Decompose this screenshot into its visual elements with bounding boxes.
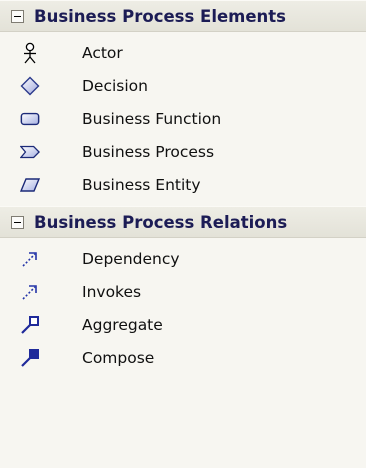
business-entity-icon bbox=[20, 175, 40, 195]
toolbox-item-business-process[interactable]: Business Process bbox=[0, 135, 366, 168]
item-label: Business Function bbox=[82, 109, 222, 128]
toolbox-item-decision[interactable]: Decision bbox=[0, 69, 366, 102]
actor-icon bbox=[20, 42, 40, 63]
item-label: Business Process bbox=[82, 142, 215, 161]
dependency-icon bbox=[20, 249, 40, 269]
toolbox-panel: Business Process Elements Actor Decision… bbox=[0, 0, 366, 468]
collapse-icon[interactable] bbox=[11, 9, 24, 23]
toolbox-item-actor[interactable]: Actor bbox=[0, 36, 366, 69]
business-process-icon bbox=[20, 142, 40, 162]
item-label: Invokes bbox=[82, 282, 142, 301]
toolbox-item-aggregate[interactable]: Aggregate bbox=[0, 308, 366, 341]
item-label: Actor bbox=[82, 43, 123, 62]
section-header-business-process-relations[interactable]: Business Process Relations bbox=[0, 206, 366, 238]
item-label: Business Entity bbox=[82, 175, 201, 194]
section-items-business-process-elements: Actor Decision Business Function Busines… bbox=[0, 32, 366, 206]
toolbox-item-business-entity[interactable]: Business Entity bbox=[0, 168, 366, 201]
toolbox-item-business-function[interactable]: Business Function bbox=[0, 102, 366, 135]
toolbox-item-compose[interactable]: Compose bbox=[0, 341, 366, 374]
compose-icon bbox=[20, 348, 40, 368]
business-function-icon bbox=[20, 109, 40, 129]
item-label: Dependency bbox=[82, 249, 180, 268]
collapse-icon[interactable] bbox=[11, 215, 24, 229]
aggregate-icon bbox=[20, 315, 40, 335]
item-label: Aggregate bbox=[82, 315, 163, 334]
toolbox-item-invokes[interactable]: Invokes bbox=[0, 275, 366, 308]
item-label: Decision bbox=[82, 76, 148, 95]
decision-icon bbox=[20, 76, 40, 96]
item-label: Compose bbox=[82, 348, 155, 367]
section-title: Business Process Relations bbox=[34, 212, 288, 232]
toolbox-item-dependency[interactable]: Dependency bbox=[0, 242, 366, 275]
invokes-icon bbox=[20, 282, 40, 302]
section-items-business-process-relations: Dependency Invokes Aggregate Compose bbox=[0, 238, 366, 379]
section-title: Business Process Elements bbox=[34, 6, 287, 26]
section-header-business-process-elements[interactable]: Business Process Elements bbox=[0, 0, 366, 32]
